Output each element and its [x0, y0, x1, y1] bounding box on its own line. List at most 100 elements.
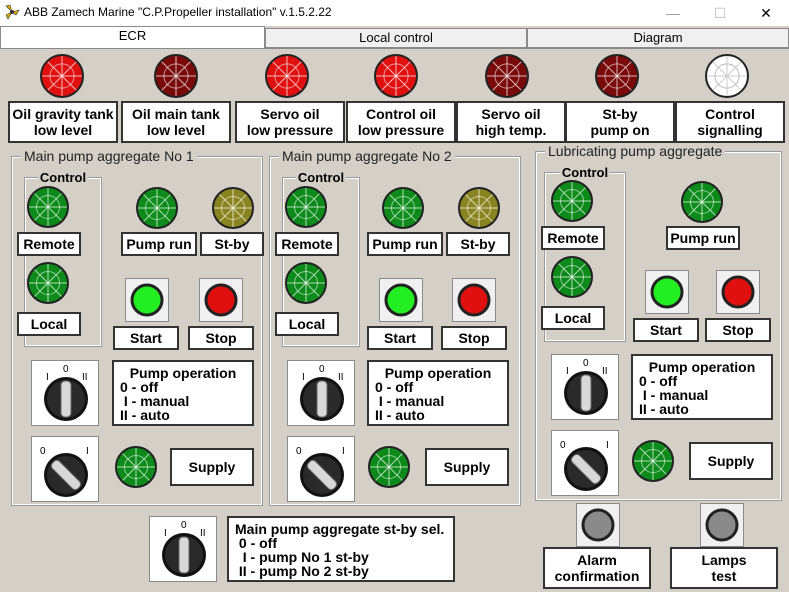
svg-text:II: II — [82, 372, 88, 383]
alarm-label-line2: low level — [146, 122, 206, 138]
pump2-op-line: II - auto — [375, 407, 425, 423]
tab-ecr[interactable]: ECR — [0, 26, 265, 48]
alarm-lamp-5 — [595, 54, 641, 100]
pump1-pump-run-button[interactable]: Pump run — [121, 232, 197, 256]
pump2-op-line: I - manual — [375, 393, 445, 409]
pump1-stby-button[interactable]: St-by — [200, 232, 264, 256]
pump1-supply-button[interactable]: Supply — [170, 448, 254, 486]
tab-local-control[interactable]: Local control — [265, 28, 527, 48]
alarm-label-5: St-by pump on — [565, 101, 675, 143]
lube-operation-info: Pump operation 0 - off I - manual II - aut… — [631, 354, 773, 420]
lube-local-lamp — [551, 256, 597, 302]
lube-local-button[interactable]: Local — [541, 306, 605, 330]
pump2-start-button[interactable]: Start — [367, 326, 433, 350]
lube-pump-run-lamp — [681, 181, 727, 227]
pump2-local-button[interactable]: Local — [275, 312, 339, 336]
pump2-stby-button[interactable]: St-by — [446, 232, 510, 256]
stby-sel-line: I - pump No 1 st-by — [235, 549, 369, 565]
alarm-label-line1: Control — [705, 106, 755, 122]
lube-op-line: II - auto — [639, 401, 689, 417]
stby-selector-info: Main pump aggregate st-by sel. 0 - off I… — [227, 516, 455, 582]
lube-stop-button[interactable]: Stop — [705, 318, 771, 342]
alarm-confirmation-lamp — [576, 503, 620, 547]
svg-text:I: I — [86, 446, 89, 457]
pump2-stop-lamp — [452, 278, 496, 322]
tab-diagram[interactable]: Diagram — [527, 28, 789, 48]
lube-supply-switch[interactable]: 0I — [551, 430, 619, 496]
alarm-label-line1: Oil main tank — [132, 106, 220, 122]
alarm-confirmation-line1: Alarm — [577, 552, 617, 568]
alarm-lamp-0 — [40, 54, 86, 100]
svg-text:0: 0 — [583, 358, 589, 369]
lamps-test-button[interactable]: Lamps test — [670, 547, 778, 589]
lube-remote-button[interactable]: Remote — [541, 226, 605, 250]
pump2-supply-switch[interactable]: 0I — [287, 436, 355, 502]
alarm-confirmation-button[interactable]: Alarm confirmation — [543, 547, 651, 589]
group-pump1-title: Main pump aggregate No 1 — [21, 148, 197, 164]
pump2-start-lamp — [379, 278, 423, 322]
svg-text:0: 0 — [296, 446, 302, 457]
alarm-label-1: Oil main tank low level — [121, 101, 231, 143]
alarm-lamp-2 — [265, 54, 311, 100]
svg-text:0: 0 — [40, 446, 46, 457]
pump1-stop-button[interactable]: Stop — [188, 326, 254, 350]
pump2-op-title: Pump operation — [384, 365, 492, 381]
lube-op-line: I - manual — [639, 387, 709, 403]
pump1-remote-button[interactable]: Remote — [17, 232, 81, 256]
lamps-test-lamp — [700, 503, 744, 547]
close-button[interactable]: ✕ — [743, 0, 789, 26]
pump1-remote-lamp — [27, 186, 73, 232]
stby-sel-line: 0 - off — [235, 535, 277, 551]
alarm-confirmation-line2: confirmation — [554, 568, 640, 584]
pump1-supply-switch[interactable]: 0I — [31, 436, 99, 502]
svg-text:I: I — [302, 372, 305, 383]
svg-text:0: 0 — [63, 364, 69, 375]
alarm-label-0: Oil gravity tank low level — [8, 101, 118, 143]
alarm-label-line2: pump on — [590, 122, 650, 138]
pump1-pump-run-lamp — [136, 187, 182, 233]
group-lube-title: Lubricating pump aggregate — [545, 143, 726, 159]
svg-text:I: I — [342, 446, 345, 457]
tab-bar: ECR Local control Diagram — [0, 26, 789, 48]
alarm-lamp-4 — [485, 54, 531, 100]
lube-start-button[interactable]: Start — [633, 318, 699, 342]
pump1-op-line: 0 - off — [120, 379, 159, 395]
pump1-stop-lamp — [199, 278, 243, 322]
pump2-stop-button[interactable]: Stop — [441, 326, 507, 350]
lube-supply-button[interactable]: Supply — [689, 442, 773, 480]
alarm-label-6: Control signalling — [675, 101, 785, 143]
svg-text:0: 0 — [560, 440, 566, 451]
pump2-remote-button[interactable]: Remote — [275, 232, 339, 256]
alarm-lamp-6 — [705, 54, 751, 100]
app-icon — [5, 4, 20, 20]
svg-text:I: I — [566, 366, 569, 377]
lamps-test-line2: test — [711, 568, 737, 584]
minimize-button[interactable]: — — [650, 0, 696, 26]
alarm-lamp-3 — [374, 54, 420, 100]
pump1-control-title: Control — [37, 170, 89, 185]
pump1-op-title: Pump operation — [129, 365, 237, 381]
pump1-local-button[interactable]: Local — [17, 312, 81, 336]
svg-text:II: II — [602, 366, 608, 377]
pump2-operation-switch[interactable]: I 0 II — [287, 360, 355, 426]
pump1-operation-info: Pump operation 0 - off I - manual II - aut… — [112, 360, 254, 426]
maximize-button[interactable]: ☐ — [697, 0, 743, 26]
alarm-label-line2: signalling — [697, 122, 763, 138]
lube-pump-run-button[interactable]: Pump run — [666, 226, 740, 250]
pump2-supply-button[interactable]: Supply — [425, 448, 509, 486]
alarm-lamp-1 — [154, 54, 200, 100]
title-bar: ABB Zamech Marine "C.P.Propeller install… — [0, 0, 789, 26]
lube-op-line: 0 - off — [639, 373, 678, 389]
lamps-test-line1: Lamps — [701, 552, 747, 568]
lube-operation-switch[interactable]: I 0 II — [551, 354, 619, 420]
stby-selector-switch[interactable]: I 0 II — [149, 516, 217, 582]
pump1-operation-switch[interactable]: I 0 II — [31, 360, 99, 426]
pump1-start-button[interactable]: Start — [113, 326, 179, 350]
alarm-label-4: Servo oil high temp. — [456, 101, 566, 143]
pump1-start-lamp — [125, 278, 169, 322]
pump2-pump-run-lamp — [382, 187, 428, 233]
alarm-label-line1: Servo oil — [260, 106, 320, 122]
alarm-label-2: Servo oil low pressure — [235, 101, 345, 143]
pump2-pump-run-button[interactable]: Pump run — [367, 232, 443, 256]
alarm-label-line2: low level — [33, 122, 93, 138]
